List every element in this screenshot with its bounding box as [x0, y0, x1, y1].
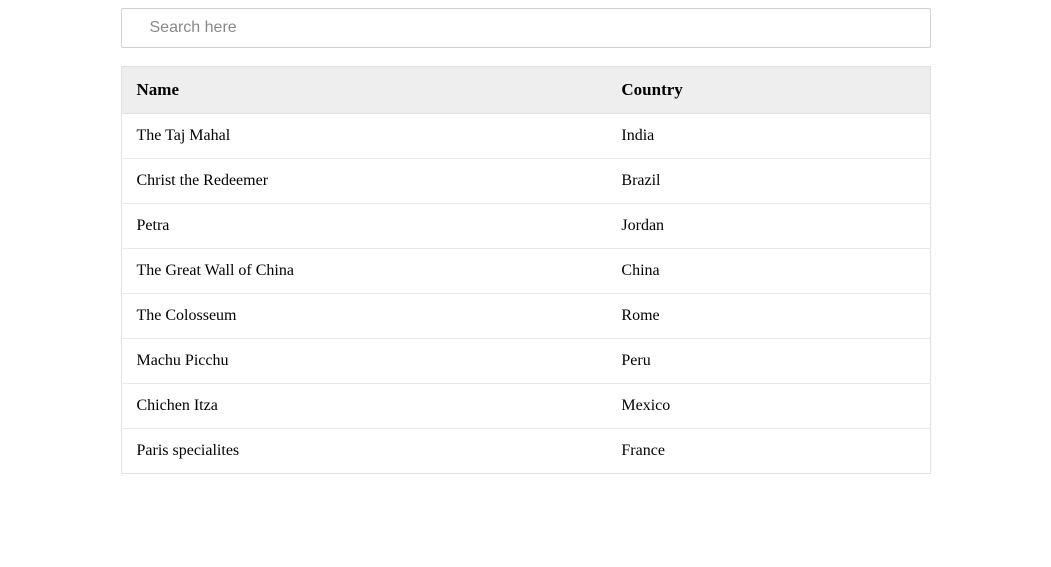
- cell-country: China: [606, 249, 930, 294]
- cell-name: Petra: [121, 204, 606, 249]
- table-row: The Taj Mahal India: [121, 114, 930, 159]
- main-container: Name Country The Taj Mahal India Christ …: [121, 0, 931, 474]
- cell-country: Jordan: [606, 204, 930, 249]
- cell-name: The Taj Mahal: [121, 114, 606, 159]
- cell-name: Chichen Itza: [121, 384, 606, 429]
- column-header-country: Country: [606, 67, 930, 114]
- cell-name: The Great Wall of China: [121, 249, 606, 294]
- cell-country: India: [606, 114, 930, 159]
- cell-name: Paris specialites: [121, 429, 606, 474]
- cell-country: Brazil: [606, 159, 930, 204]
- column-header-name: Name: [121, 67, 606, 114]
- table-row: Petra Jordan: [121, 204, 930, 249]
- cell-country: France: [606, 429, 930, 474]
- table-row: Christ the Redeemer Brazil: [121, 159, 930, 204]
- wonders-table: Name Country The Taj Mahal India Christ …: [121, 66, 931, 474]
- cell-country: Mexico: [606, 384, 930, 429]
- table-row: Machu Picchu Peru: [121, 339, 930, 384]
- table-row: Chichen Itza Mexico: [121, 384, 930, 429]
- table-row: The Great Wall of China China: [121, 249, 930, 294]
- cell-name: Christ the Redeemer: [121, 159, 606, 204]
- cell-name: The Colosseum: [121, 294, 606, 339]
- table-row: The Colosseum Rome: [121, 294, 930, 339]
- cell-country: Rome: [606, 294, 930, 339]
- table-row: Paris specialites France: [121, 429, 930, 474]
- cell-name: Machu Picchu: [121, 339, 606, 384]
- cell-country: Peru: [606, 339, 930, 384]
- search-input[interactable]: [121, 8, 931, 48]
- table-header-row: Name Country: [121, 67, 930, 114]
